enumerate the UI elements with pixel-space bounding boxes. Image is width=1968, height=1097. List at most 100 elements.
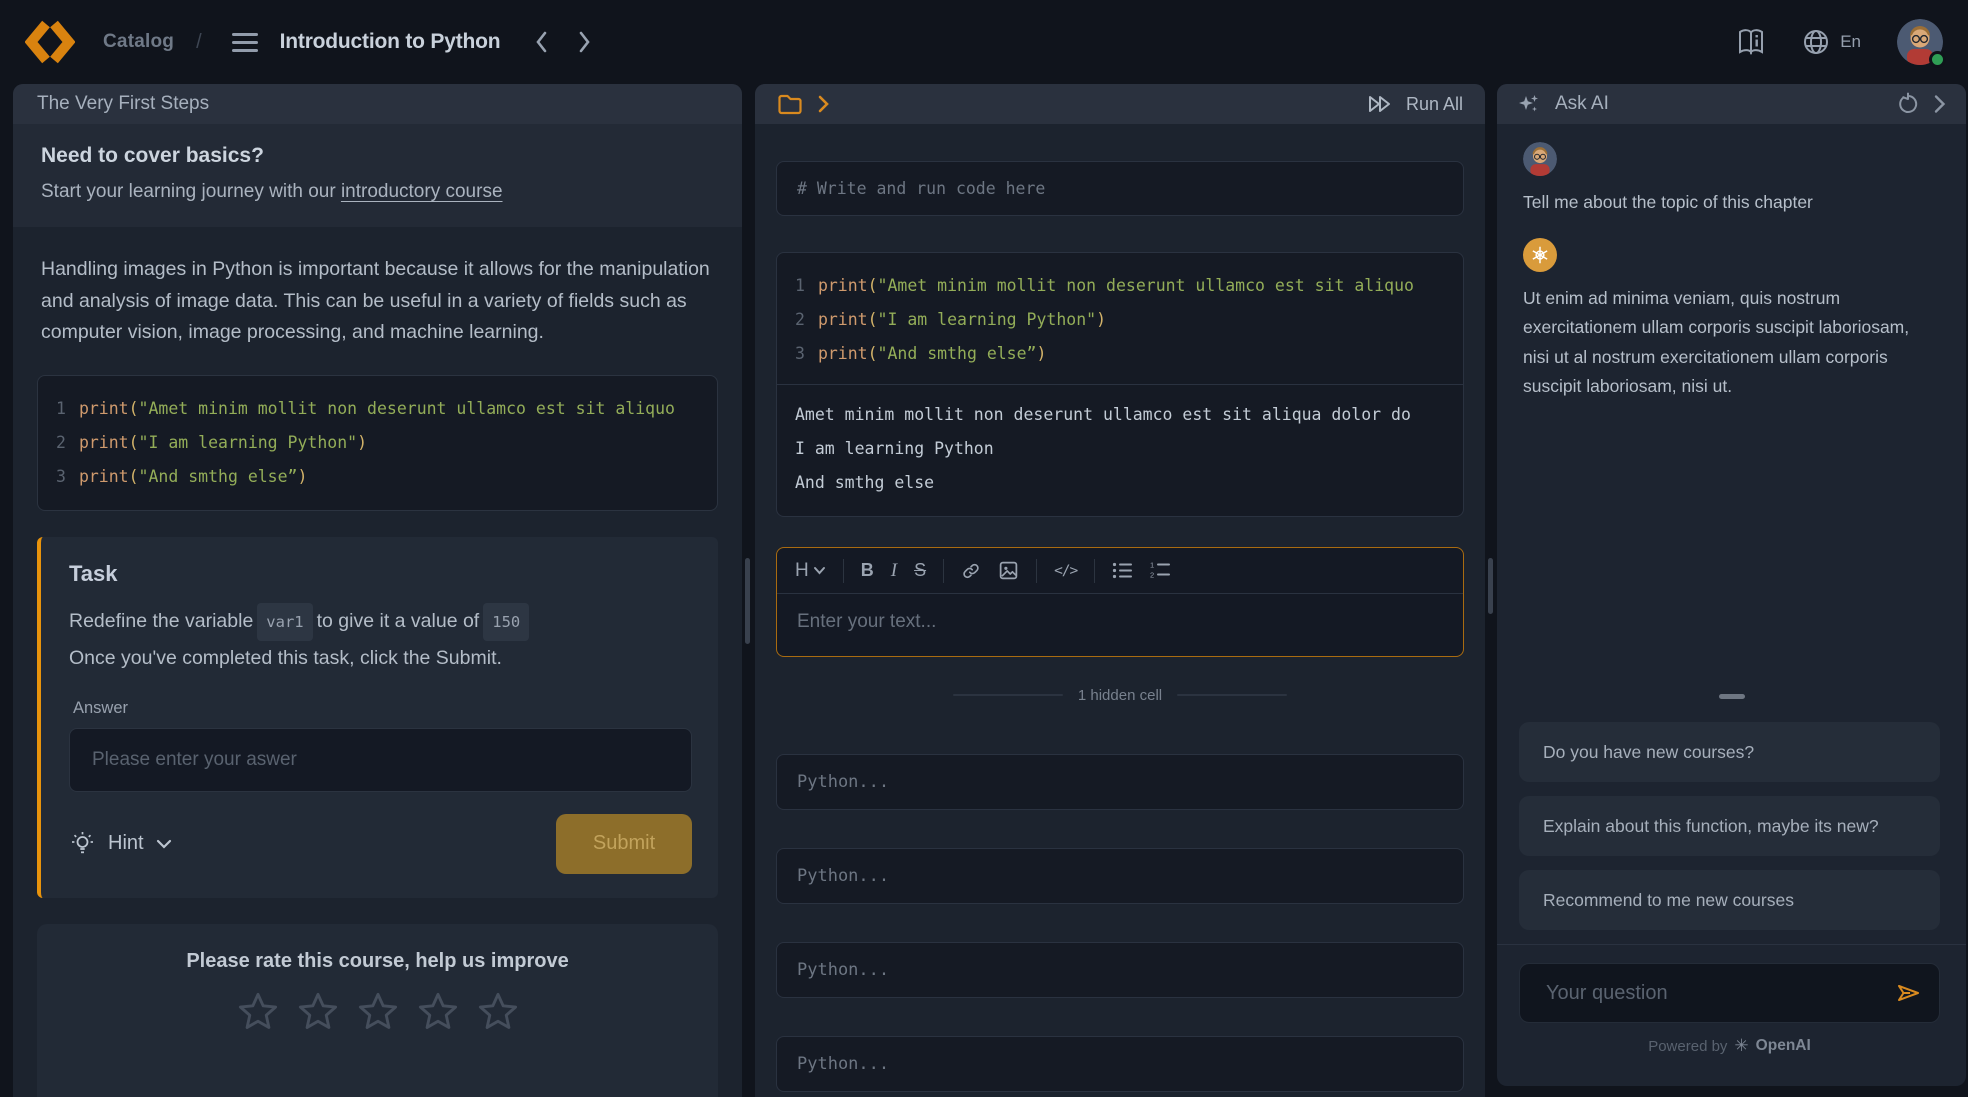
notebook-header: Run All — [755, 84, 1485, 124]
insert-image-button[interactable] — [998, 560, 1019, 581]
editor-toolbar: H B I S — [777, 548, 1463, 594]
output-line: I am learning Python — [777, 432, 1463, 466]
output-line: Amet minim mollit non deserunt ullamco e… — [777, 398, 1463, 432]
ask-ai-panel: Ask AI Tell me about the topic of this — [1497, 84, 1966, 1086]
code-cell-empty[interactable]: # Write and run code here — [776, 161, 1464, 216]
breadcrumb-separator: / — [196, 31, 202, 54]
user-message: Tell me about the topic of this chapter — [1523, 188, 1940, 218]
code-format-button[interactable]: </> — [1054, 563, 1077, 579]
suggested-question-chip[interactable]: Do you have new courses? — [1519, 722, 1940, 782]
status-badge — [1929, 51, 1946, 68]
basics-heading: Need to cover basics? — [41, 144, 714, 168]
hint-label: Hint — [108, 832, 144, 855]
lesson-panel-header: The Very First Steps — [13, 84, 742, 124]
bullet-list-button[interactable] — [1112, 561, 1133, 580]
inline-code-150: 150 — [483, 603, 529, 641]
prev-chapter-icon[interactable] — [534, 30, 548, 54]
double-play-icon — [1367, 93, 1394, 115]
bold-button[interactable]: B — [861, 560, 874, 581]
suggested-questions: Do you have new courses? Explain about t… — [1519, 708, 1940, 930]
openai-logo-icon — [1529, 244, 1551, 266]
handbook-icon[interactable] — [1736, 28, 1766, 56]
code-cell-with-output[interactable]: 1print("Amet minim mollit non deserunt u… — [776, 252, 1464, 517]
svg-text:2: 2 — [1150, 571, 1154, 580]
cell-output-divider — [777, 384, 1463, 385]
refresh-icon — [1896, 92, 1920, 116]
rating-title: Please rate this course, help us improve — [57, 950, 698, 973]
course-menu-icon[interactable] — [232, 33, 258, 52]
hidden-cell-label: 1 hidden cell — [1078, 687, 1162, 704]
star-rating — [57, 989, 698, 1035]
suggestions-drag-handle[interactable] — [1719, 694, 1745, 699]
svg-text:1: 1 — [1150, 561, 1154, 570]
question-input[interactable] — [1519, 963, 1940, 1023]
python-cell[interactable]: Python... — [776, 848, 1464, 904]
left-panel-scrollbar[interactable] — [745, 558, 750, 644]
chevron-down-icon — [813, 566, 826, 575]
strikethrough-button[interactable]: S — [914, 560, 926, 581]
collapse-panel-chevron-icon[interactable] — [1934, 94, 1946, 114]
python-cell[interactable]: Python... — [776, 1036, 1464, 1092]
code-line: 3print("And smthg else”) — [38, 460, 717, 494]
code-line: 2print("I am learning Python") — [38, 426, 717, 460]
run-all-button[interactable]: Run All — [1367, 93, 1463, 115]
files-folder-icon[interactable] — [777, 92, 803, 116]
lesson-paragraph: Handling images in Python is important b… — [41, 254, 714, 349]
output-line: And smthg else — [777, 466, 1463, 500]
star-icon[interactable] — [475, 989, 521, 1035]
image-icon — [998, 560, 1019, 581]
chat-area: Tell me about the topic of this chapter … — [1497, 124, 1966, 402]
question-bar: Powered by ✳ OpenAI — [1497, 944, 1966, 1086]
notebook-panel: Run All # Write and run code here 1print… — [755, 84, 1485, 1097]
powered-by: Powered by ✳ OpenAI — [1519, 1036, 1940, 1056]
python-cell[interactable]: Python... — [776, 942, 1464, 998]
italic-button[interactable]: I — [891, 560, 897, 582]
hint-button[interactable]: Hint — [69, 830, 172, 857]
ask-ai-header: Ask AI — [1497, 84, 1966, 124]
expand-files-chevron-icon[interactable] — [817, 94, 830, 114]
middle-panel-scrollbar[interactable] — [1488, 558, 1493, 614]
introductory-course-link[interactable]: introductory course — [341, 181, 503, 202]
heading-dropdown[interactable]: H — [795, 560, 826, 582]
openai-brand: OpenAI — [1756, 1037, 1811, 1055]
answer-input[interactable] — [69, 728, 692, 792]
numbered-list-icon: 1 2 — [1150, 561, 1171, 580]
chevron-down-icon — [156, 839, 172, 849]
link-button[interactable] — [961, 561, 981, 581]
lesson-code-block: 1print("Amet minim mollit non deserunt u… — [37, 375, 718, 511]
inline-code-var1: var1 — [257, 603, 312, 641]
answer-label: Answer — [69, 699, 692, 718]
code-line: 2print("I am learning Python") — [777, 303, 1463, 337]
sparkle-icon — [1517, 92, 1541, 116]
star-icon[interactable] — [415, 989, 461, 1035]
numbered-list-button[interactable]: 1 2 — [1150, 561, 1171, 580]
send-button[interactable] — [1894, 979, 1922, 1012]
star-icon[interactable] — [355, 989, 401, 1035]
app-logo-icon[interactable] — [25, 19, 75, 65]
suggested-question-chip[interactable]: Recommend to me new courses — [1519, 870, 1940, 930]
code-editor-area[interactable]: 1print("Amet minim mollit non deserunt u… — [777, 269, 1463, 371]
ask-ai-title: Ask AI — [1555, 93, 1609, 115]
python-cell[interactable]: Python... — [776, 754, 1464, 810]
globe-icon[interactable] — [1802, 28, 1830, 56]
user-avatar[interactable] — [1897, 19, 1943, 65]
submit-button[interactable]: Submit — [556, 814, 692, 874]
hidden-cell-toggle[interactable]: 1 hidden cell — [776, 685, 1464, 705]
task-description: Redefine the variablevar1to give it a va… — [69, 603, 692, 675]
reset-chat-button[interactable] — [1896, 92, 1920, 116]
breadcrumb-catalog[interactable]: Catalog — [103, 31, 174, 53]
language-label[interactable]: En — [1840, 32, 1861, 52]
star-icon[interactable] — [295, 989, 341, 1035]
page-title: Introduction to Python — [280, 30, 501, 54]
star-icon[interactable] — [235, 989, 281, 1035]
rating-card: Please rate this course, help us improve — [37, 924, 718, 1097]
python-cells: Python... Python... Python... Python... — [776, 754, 1464, 1092]
cell-output-area: Amet minim mollit non deserunt ullamco e… — [777, 398, 1463, 500]
suggested-question-chip[interactable]: Explain about this function, maybe its n… — [1519, 796, 1940, 856]
next-chapter-icon[interactable] — [578, 30, 592, 54]
task-title: Task — [69, 561, 692, 587]
editor-text-area[interactable]: Enter your text... — [777, 594, 1463, 656]
ai-message: Ut enim ad minima veniam, quis nostrum e… — [1523, 284, 1940, 402]
openai-logo-icon: ✳ — [1734, 1036, 1748, 1056]
bullet-list-icon — [1112, 561, 1133, 580]
